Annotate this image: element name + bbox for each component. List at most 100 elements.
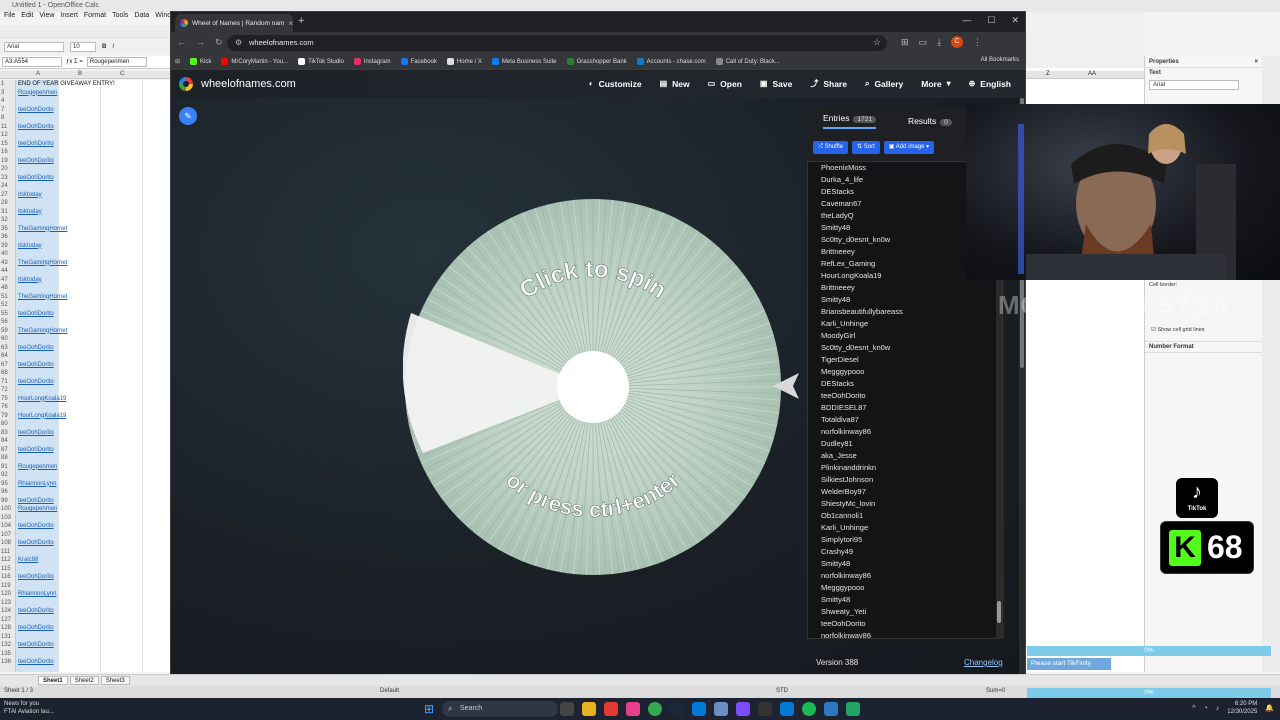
bookmark-item[interactable]: Facebook xyxy=(400,58,437,65)
extension-icon[interactable]: ⊞ xyxy=(901,37,909,48)
maximize-icon[interactable]: ☐ xyxy=(987,15,995,26)
site-info-icon[interactable]: ⚙ xyxy=(235,38,242,47)
table-row[interactable]: 67 teeOohDorito xyxy=(0,361,170,370)
row-number[interactable]: 27 xyxy=(1,191,15,199)
shuffle-button[interactable]: ⤮ Shuffle xyxy=(813,141,849,154)
taskbar-search[interactable]: ⌕ Search xyxy=(442,701,558,717)
row-number[interactable]: 11 xyxy=(1,123,15,131)
row-number[interactable]: 68 xyxy=(1,369,15,377)
row-number[interactable]: 95 xyxy=(1,480,15,488)
table-row[interactable]: 39 itsktoday xyxy=(0,242,170,251)
list-item[interactable]: ShiestyMc_lovin xyxy=(808,498,1002,510)
row-number[interactable]: 55 xyxy=(1,310,15,318)
cell-value[interactable]: HourLongKoala19 xyxy=(18,395,66,403)
cell-value[interactable]: teeOohDorito xyxy=(18,157,54,165)
calc-menu-item[interactable]: Format xyxy=(84,12,106,24)
row-number[interactable]: 128 xyxy=(1,624,15,632)
cell-value[interactable]: teeOohDorito xyxy=(18,446,54,454)
wheel-svg[interactable]: Click to spin or press ctrl+enter xyxy=(402,197,783,577)
table-row[interactable]: 16 xyxy=(0,148,170,157)
row-number[interactable]: 72 xyxy=(1,386,15,394)
italic-icon[interactable]: I xyxy=(112,44,114,50)
back-icon[interactable]: ← xyxy=(177,37,186,48)
table-row[interactable]: 20 xyxy=(0,165,170,174)
list-item[interactable]: Shweaty_Yeti xyxy=(808,606,1002,618)
table-row[interactable]: 72 xyxy=(0,386,170,395)
list-item[interactable]: Sc0tty_d0esnt_kn0w xyxy=(808,342,1002,354)
row-number[interactable]: 103 xyxy=(1,514,15,522)
entries-scroll-thumb[interactable] xyxy=(997,601,1001,623)
row-number[interactable]: 136 xyxy=(1,658,15,666)
edge-icon[interactable] xyxy=(692,702,706,716)
row-number[interactable]: 92 xyxy=(1,471,15,479)
cell-grid[interactable]: 1 END OF YEAR GIVEAWAY ENTRY! 3 Rougepenmen… xyxy=(0,80,170,672)
row-number[interactable]: 59 xyxy=(1,327,15,335)
number-format-section[interactable]: Number Format xyxy=(1145,341,1263,353)
table-row[interactable]: 71 teeOohDorito xyxy=(0,378,170,387)
bookmark-item[interactable]: Grasshopper Bank xyxy=(566,58,627,65)
row-number[interactable]: 127 xyxy=(1,616,15,624)
font-size-box[interactable]: 10 xyxy=(70,41,96,52)
bookmark-item[interactable]: TikTok Studio xyxy=(298,58,344,65)
show-grid-checkbox[interactable]: ☑ Show cell grid lines xyxy=(1151,327,1205,333)
row-number[interactable]: 1 xyxy=(1,80,15,88)
formula-input[interactable]: Rougepenmen xyxy=(86,57,147,67)
bookmark-item[interactable]: Call of Duty: Black... xyxy=(715,58,780,65)
table-row[interactable]: 116 teeOohDorito xyxy=(0,573,170,582)
cell-value[interactable]: itsktoday xyxy=(18,208,42,216)
table-row[interactable]: 84 xyxy=(0,437,170,446)
menu-new-button[interactable]: ▤ New xyxy=(660,78,690,89)
row-number[interactable]: 76 xyxy=(1,403,15,411)
row-number[interactable]: 119 xyxy=(1,582,15,590)
table-row[interactable]: 88 xyxy=(0,454,170,463)
bookmark-item[interactable]: Meta Business Suite xyxy=(491,58,557,65)
cell-value[interactable]: teeOohDorito xyxy=(18,573,54,581)
apps-grid-icon[interactable]: ⊞ xyxy=(175,58,180,65)
news-widget[interactable]: News for you FTAI Aviation lau... xyxy=(4,700,54,716)
table-row[interactable]: 111 xyxy=(0,548,170,557)
table-row[interactable]: 3 Rougepenmen xyxy=(0,89,170,98)
changelog-link[interactable]: Changelog xyxy=(964,658,1003,667)
table-row[interactable]: 103 xyxy=(0,514,170,523)
row-number[interactable]: 56 xyxy=(1,318,15,326)
col-header-a[interactable]: A xyxy=(36,71,40,77)
clock[interactable]: 6:20 PM 12/30/2025 xyxy=(1227,700,1257,716)
row-number[interactable]: 16 xyxy=(1,148,15,156)
row-number[interactable]: 104 xyxy=(1,522,15,530)
col-header-aa[interactable]: AA xyxy=(1088,71,1096,77)
tray-chevron-icon[interactable]: ^ xyxy=(1192,705,1195,712)
network-icon[interactable]: ◔ xyxy=(1204,705,1208,712)
profile-avatar[interactable]: C xyxy=(951,36,964,48)
table-row[interactable]: 55 teeOohDorito xyxy=(0,310,170,319)
site-name[interactable]: wheelofnames.com xyxy=(201,78,296,90)
row-number[interactable]: 80 xyxy=(1,420,15,428)
address-bar[interactable]: ⚙ wheelofnames.com ☆ xyxy=(227,35,887,51)
table-row[interactable]: 43 TheGamingHornet xyxy=(0,259,170,268)
bookmark-item[interactable]: Kick xyxy=(190,58,211,65)
menu-open-button[interactable]: ▭ Open xyxy=(708,78,742,89)
bookmark-star-icon[interactable]: ☆ xyxy=(873,37,881,48)
tab-results[interactable]: Results 0 xyxy=(908,116,952,126)
sort-button[interactable]: ⇅ Sort xyxy=(852,141,880,154)
table-row[interactable]: 51 TheGamingHornet xyxy=(0,293,170,302)
table-row[interactable]: 95 RhiannonLynn xyxy=(0,480,170,489)
row-number[interactable]: 32 xyxy=(1,216,15,224)
table-row[interactable]: 96 xyxy=(0,488,170,497)
row-number[interactable]: 39 xyxy=(1,242,15,250)
row-number[interactable]: 99 xyxy=(1,497,15,505)
pencil-icon[interactable]: ✎ xyxy=(179,107,197,125)
row-number[interactable]: 112 xyxy=(1,556,15,564)
table-row[interactable]: 7 teeOohDorito xyxy=(0,106,170,115)
all-bookmarks[interactable]: All Bookmarks xyxy=(981,57,1019,63)
cell-value[interactable]: Rougepenmen xyxy=(18,505,57,513)
col-header-z[interactable]: Z xyxy=(1046,71,1050,77)
row-number[interactable]: 23 xyxy=(1,174,15,182)
app-icon[interactable] xyxy=(780,702,794,716)
cell-value[interactable]: Rougepenmen xyxy=(18,89,57,97)
row-number[interactable]: 60 xyxy=(1,335,15,343)
table-row[interactable]: 56 xyxy=(0,318,170,327)
new-tab-icon[interactable]: + xyxy=(298,15,304,27)
cell-value[interactable]: teeOohDorito xyxy=(18,310,54,318)
list-item[interactable]: MoodyGirl xyxy=(808,330,1002,342)
calc-menu-item[interactable]: Data xyxy=(134,12,149,24)
